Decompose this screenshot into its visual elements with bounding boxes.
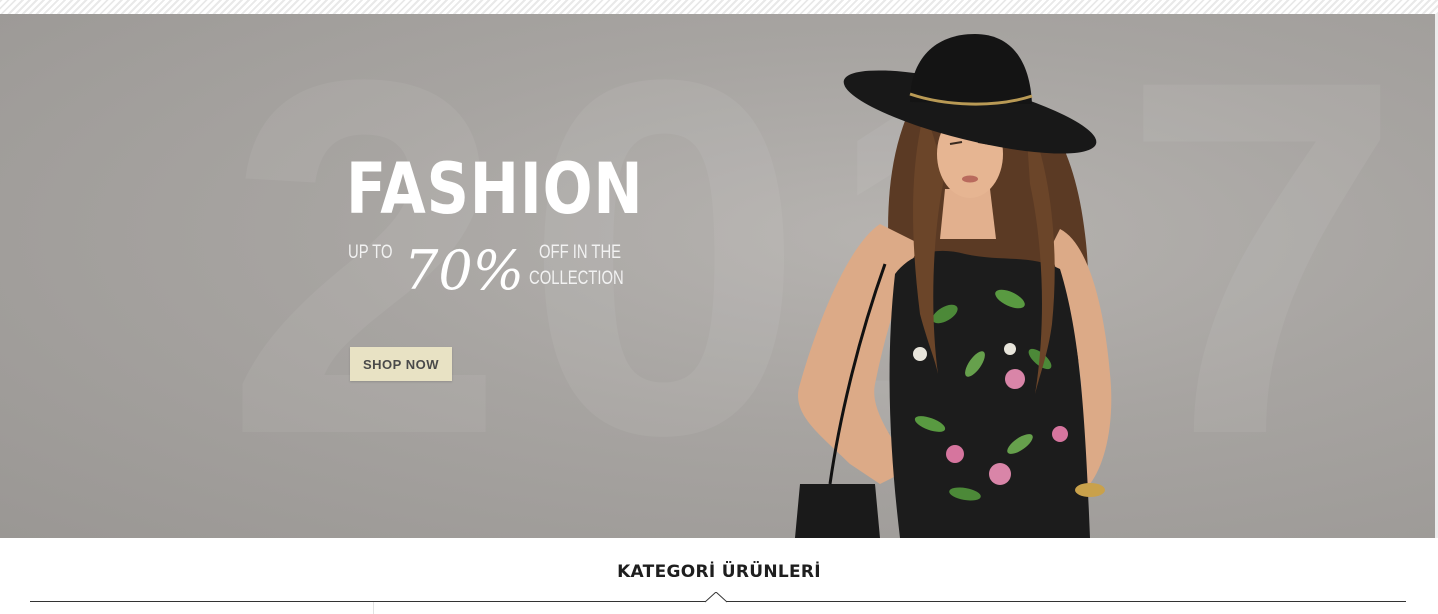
- section-column-divider: [373, 602, 374, 614]
- section-title: KATEGORİ ÜRÜNLERİ: [617, 562, 821, 582]
- top-stripe: [0, 0, 1438, 14]
- caret-up-icon: [705, 592, 727, 603]
- hero-banner[interactable]: 2017 FASHION UP TO 70% OFF IN THE COLLEC…: [0, 14, 1435, 538]
- shop-now-button[interactable]: SHOP NOW: [350, 347, 452, 381]
- hero-title: FASHION: [346, 148, 644, 230]
- hero-percent: 70%: [404, 239, 525, 302]
- hero-collection-line: COLLECTION: [529, 268, 624, 289]
- model-image: [795, 34, 1112, 538]
- hero-up-to: UP TO: [348, 242, 393, 263]
- hero-off-line: OFF IN THE: [539, 242, 622, 263]
- page: 2017 FASHION UP TO 70% OFF IN THE COLLEC…: [0, 0, 1438, 614]
